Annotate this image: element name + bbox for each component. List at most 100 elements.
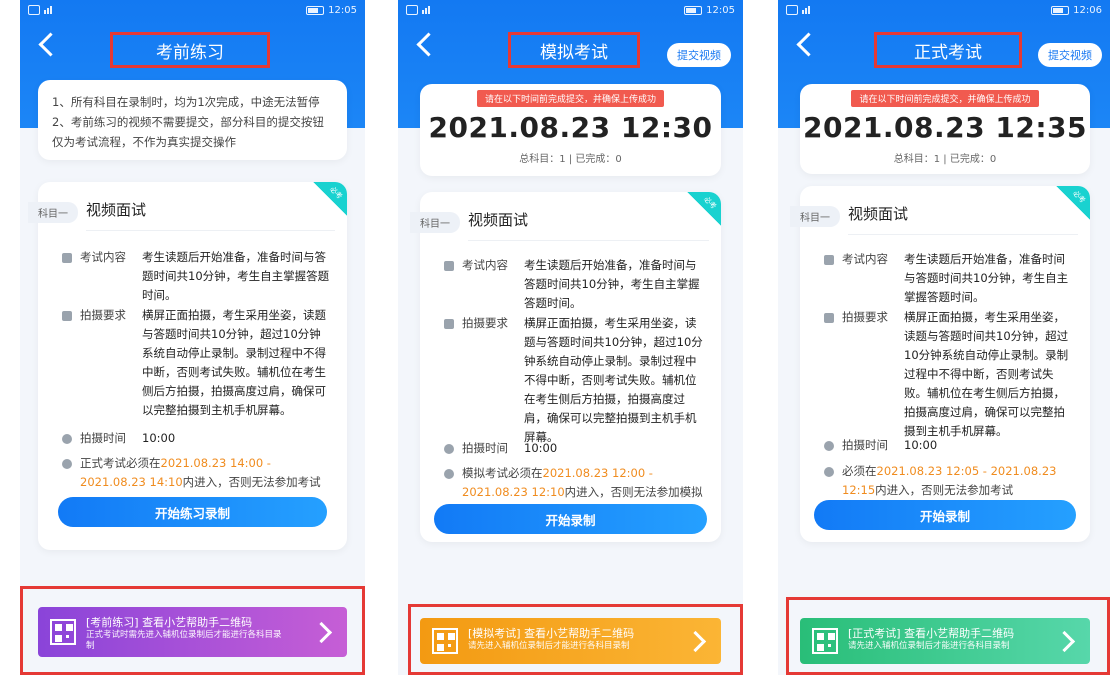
qr-helper-banner[interactable]: [正式考试] 查看小艺帮助手二维码 请先进入辅机位录制后才能进行各科目录制	[800, 618, 1090, 664]
detail-shoot: 拍摄要求 横屏正面拍摄，考生采用坐姿，读题与答题时间共10分钟，超过10分钟系统…	[62, 306, 331, 430]
subject-tag: 科目一	[790, 206, 840, 227]
corner-tag-label: 必考	[328, 185, 344, 201]
notice-card: 1、所有科目在录制时，均为1次完成，中途无法暂停 2、考前练习的视频不需要提交，…	[38, 80, 347, 160]
phone-screen-formal: 12:06 正式考试 提交视频 请在以下时间前完成提交，并确保上传成功 2021…	[778, 0, 1110, 675]
detail-shoot: 拍摄要求 横屏正面拍摄，考生采用坐姿，读题与答题时间共10分钟，超过10分钟系统…	[824, 308, 1074, 438]
clock-icon	[824, 441, 834, 451]
qr-title: [考前练习] 查看小艺帮助手二维码	[86, 616, 253, 629]
detail-value: 横屏正面拍摄，考生采用坐姿，读题与答题时间共10分钟，超过10分钟系统自动停止录…	[524, 316, 703, 444]
battery-icon	[306, 5, 325, 15]
wifi-icon	[802, 6, 810, 14]
qr-helper-banner[interactable]: [模拟考试] 查看小艺帮助手二维码 请先进入辅机位录制后才能进行各科目录制	[420, 618, 721, 664]
chevron-right-icon	[310, 621, 333, 644]
qr-code-icon	[50, 619, 76, 645]
corner-tag-label: 必考	[1071, 189, 1087, 205]
corner-tag: 必考	[313, 182, 347, 216]
divider	[848, 234, 1078, 235]
detail-time: 拍摄时间 10:00	[62, 429, 331, 449]
navbar: 正式考试 提交视频	[778, 24, 1110, 68]
start-recording-button[interactable]: 开始录制	[434, 504, 707, 534]
wifi-icon	[422, 6, 430, 14]
camera-icon	[824, 313, 834, 323]
detail-value: 考生读题后开始准备，准备时间与答题时间共10分钟，考生自主掌握答题时间。	[142, 250, 330, 302]
status-bar: 12:05	[20, 0, 365, 20]
battery-icon	[1051, 5, 1070, 15]
subject-name: 视频面试	[848, 205, 909, 223]
detail-label: 考试内容	[462, 258, 508, 272]
detail-label: 考试内容	[842, 252, 888, 266]
subject-tag: 科目一	[28, 202, 78, 223]
page-title: 正式考试	[874, 32, 1022, 68]
warning-suffix: 内进入，否则无法参加考试	[182, 475, 321, 489]
submit-video-button[interactable]: 提交视频	[1038, 43, 1102, 67]
warning-prefix: 模拟考试必须在	[462, 466, 543, 480]
deadline-card: 请在以下时间前完成提交，并确保上传成功 2021.08.23 12:30 总科目…	[420, 84, 721, 176]
qr-subtitle: 正式考试时需先进入辅机位录制后才能进行各科目录制	[86, 630, 282, 651]
status-bar: 12:05	[398, 0, 743, 20]
back-icon[interactable]	[796, 32, 821, 57]
status-time: 12:05	[328, 4, 357, 16]
back-icon[interactable]	[416, 32, 441, 57]
detail-label: 考试内容	[80, 250, 126, 264]
status-time: 12:05	[706, 4, 735, 16]
submit-video-button[interactable]: 提交视频	[667, 43, 731, 67]
navbar: 模拟考试 提交视频	[398, 24, 743, 68]
qr-helper-banner[interactable]: [考前练习] 查看小艺帮助手二维码 正式考试时需先进入辅机位录制后才能进行各科目…	[38, 607, 347, 657]
subject-name: 视频面试	[86, 201, 147, 219]
back-icon[interactable]	[38, 32, 63, 57]
subject-name: 视频面试	[468, 211, 529, 229]
deadline-time: 2021.08.23 12:35	[802, 111, 1087, 144]
entry-warning: 正式考试必须在2021.08.23 14:00 - 2021.08.23 14:…	[62, 454, 331, 492]
detail-value: 10:00	[524, 441, 558, 455]
deadline-tip: 请在以下时间前完成提交，并确保上传成功	[476, 90, 664, 107]
detail-value: 考生读题后开始准备，准备时间与答题时间共10分钟，考生自主掌握答题时间。	[524, 258, 700, 310]
qr-title: [模拟考试] 查看小艺帮助手二维码	[468, 627, 635, 640]
detail-label: 拍摄时间	[462, 441, 508, 455]
signal-icon	[786, 5, 798, 15]
status-time: 12:06	[1073, 4, 1102, 16]
qr-code-icon	[432, 628, 458, 654]
detail-content: 考试内容 考生读题后开始准备，准备时间与答题时间共10分钟，考生自主掌握答题时间…	[444, 256, 705, 314]
notice-line: 1、所有科目在录制时，均为1次完成，中途无法暂停	[52, 95, 320, 109]
chevron-right-icon	[684, 630, 707, 653]
info-icon	[62, 459, 72, 469]
notice-line: 2、考前练习的视频不需要提交，部分科目的提交按钮仅为考试流程，不作为真实提交操作	[52, 115, 324, 149]
divider	[86, 230, 335, 231]
battery-icon	[684, 5, 703, 15]
detail-shoot: 拍摄要求 横屏正面拍摄，考生采用坐姿，读题与答题时间共10分钟，超过10分钟系统…	[444, 314, 705, 444]
detail-time: 拍摄时间 10:00	[824, 436, 1074, 456]
detail-label: 拍摄要求	[842, 310, 888, 324]
deadline-time: 2021.08.23 12:30	[428, 111, 713, 144]
page-title: 模拟考试	[508, 32, 640, 68]
warning-prefix: 必须在	[842, 464, 877, 478]
detail-value: 横屏正面拍摄，考生采用坐姿，读题与答题时间共10分钟，超过10分钟系统自动停止录…	[904, 310, 1069, 438]
qr-title: [正式考试] 查看小艺帮助手二维码	[848, 627, 1015, 640]
navbar: 考前练习	[20, 24, 365, 68]
corner-tag: 必考	[687, 192, 721, 226]
camera-icon	[444, 319, 454, 329]
deadline-card: 请在以下时间前完成提交，并确保上传成功 2021.08.23 12:35 总科目…	[800, 84, 1090, 174]
start-recording-button[interactable]: 开始录制	[814, 500, 1076, 530]
phone-screen-practice: 12:05 考前练习 1、所有科目在录制时，均为1次完成，中途无法暂停 2、考前…	[20, 0, 365, 675]
document-icon	[444, 261, 454, 271]
subject-progress: 总科目：1 | 已完成：0	[893, 154, 997, 165]
detail-label: 拍摄时间	[80, 431, 126, 445]
start-practice-button[interactable]: 开始练习录制	[58, 497, 327, 527]
detail-value: 10:00	[142, 431, 176, 445]
detail-value: 考生读题后开始准备，准备时间与答题时间共10分钟，考生自主掌握答题时间。	[904, 252, 1069, 304]
warning-prefix: 正式考试必须在	[80, 456, 161, 470]
qr-subtitle: 请先进入辅机位录制后才能进行各科目录制	[848, 641, 1010, 651]
signal-icon	[28, 5, 40, 15]
detail-label: 拍摄要求	[80, 308, 126, 322]
detail-label: 拍摄要求	[462, 316, 508, 330]
detail-content: 考试内容 考生读题后开始准备，准备时间与答题时间共10分钟，考生自主掌握答题时间…	[824, 250, 1074, 308]
document-icon	[824, 255, 834, 265]
info-icon	[824, 467, 834, 477]
info-icon	[444, 469, 454, 479]
signal-icon	[406, 5, 418, 15]
detail-value: 横屏正面拍摄，考生采用坐姿，读题与答题时间共10分钟，超过10分钟系统自动停止录…	[142, 308, 326, 417]
entry-warning: 模拟考试必须在2021.08.23 12:00 - 2021.08.23 12:…	[444, 464, 705, 518]
warning-suffix: 内进入，否则无法参加考试	[875, 483, 1014, 497]
clock-icon	[62, 434, 72, 444]
detail-content: 考试内容 考生读题后开始准备，准备时间与答题时间共10分钟，考生自主掌握答题时间…	[62, 248, 331, 306]
